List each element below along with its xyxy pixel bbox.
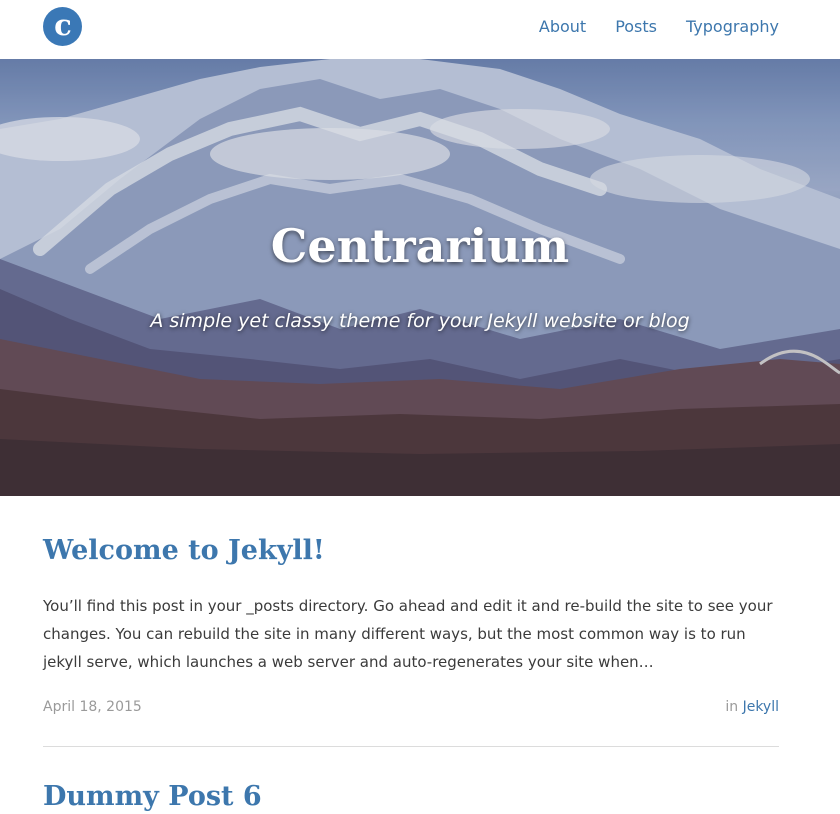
post-category-link[interactable]: Jekyll xyxy=(743,699,779,715)
hero-subtitle: A simple yet classy theme for your Jekyl… xyxy=(150,310,690,332)
post-excerpt: You’ll find this post in your _posts dir… xyxy=(43,597,773,671)
hero-overlay xyxy=(0,59,840,496)
site-header: c About Posts Typography xyxy=(0,0,840,59)
post-category-prefix: in xyxy=(725,699,743,715)
nav-link-posts[interactable]: Posts xyxy=(615,16,657,38)
post-title-link[interactable]: Dummy Post 6 xyxy=(43,780,779,814)
logo-letter: c xyxy=(54,8,72,42)
site-logo[interactable]: c xyxy=(43,7,82,46)
hero-title: Centrarium xyxy=(270,219,570,273)
main-nav: About Posts Typography xyxy=(539,16,779,38)
hero-banner: Centrarium A simple yet classy theme for… xyxy=(0,59,840,496)
post-meta: April 18, 2015 in Jekyll xyxy=(43,696,779,718)
post-category: in Jekyll xyxy=(725,699,779,715)
post-card: Dummy Post 6 xyxy=(43,780,779,814)
nav-link-typography[interactable]: Typography xyxy=(686,16,779,38)
post-title-link[interactable]: Welcome to Jekyll! xyxy=(43,534,779,568)
nav-link-about[interactable]: About xyxy=(539,16,586,38)
post-divider xyxy=(43,746,779,747)
post-date: April 18, 2015 xyxy=(43,699,142,715)
post-card: Welcome to Jekyll! You’ll find this post… xyxy=(43,534,779,718)
